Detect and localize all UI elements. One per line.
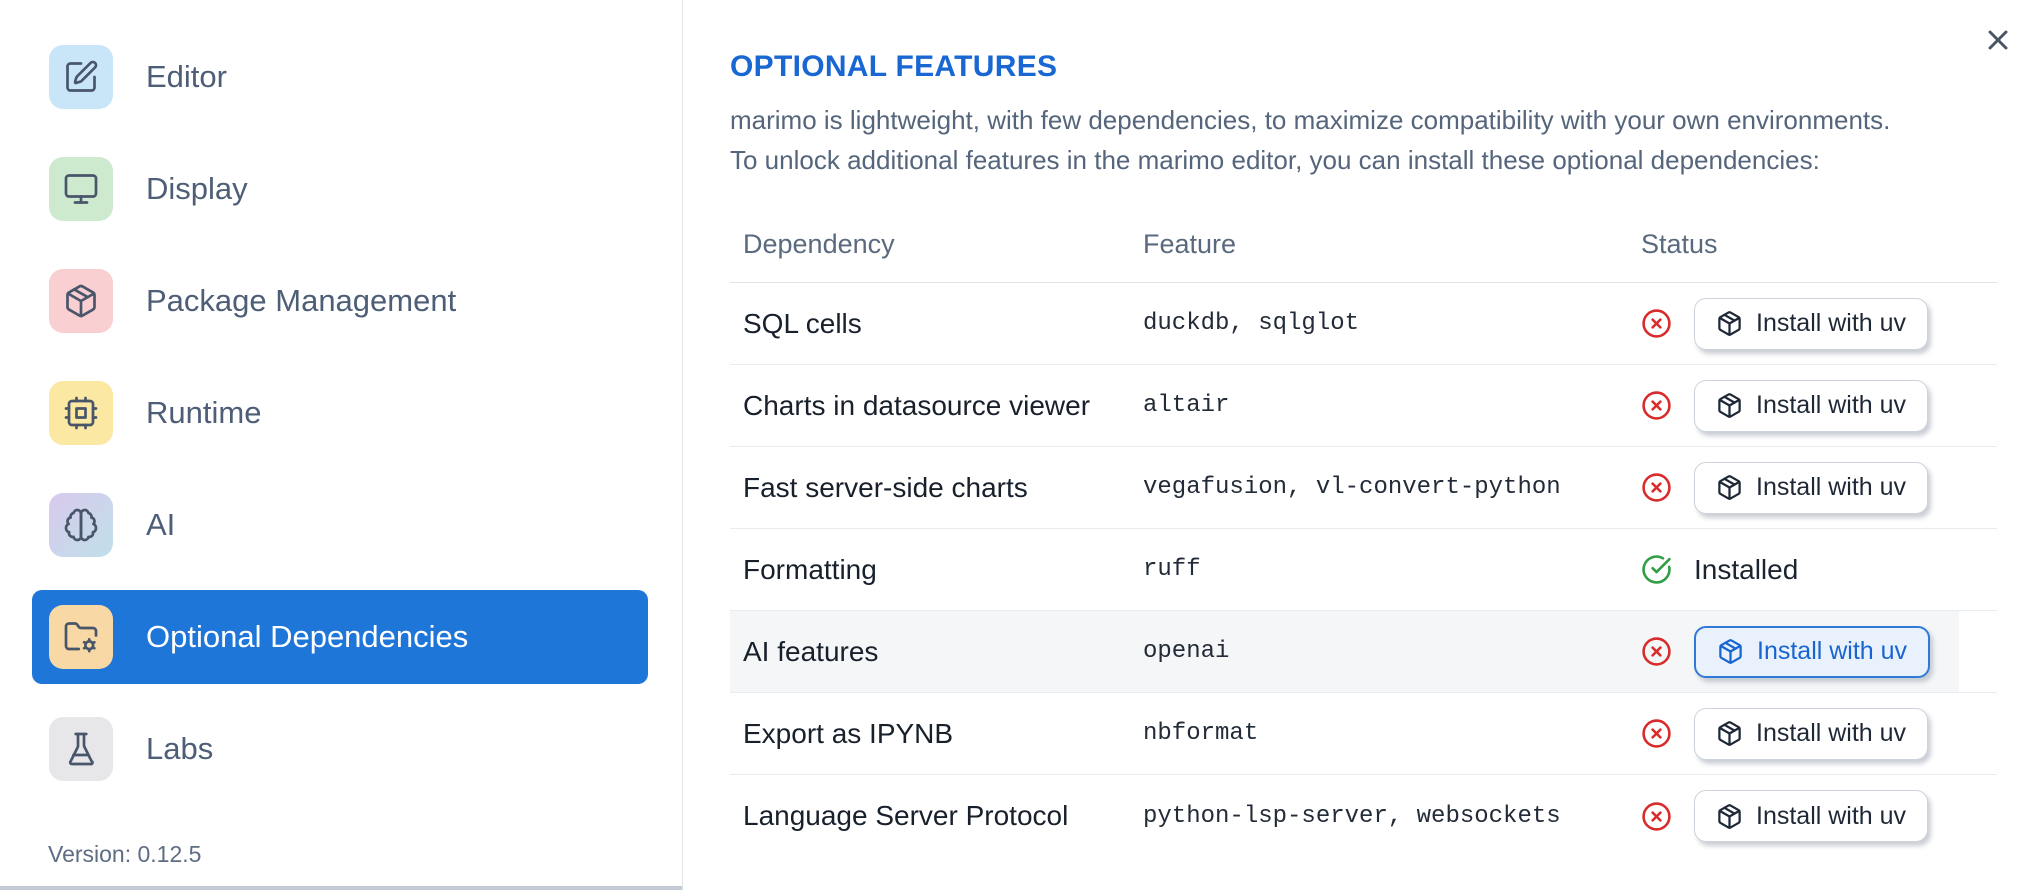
install-button-label: Install with uv: [1756, 391, 1907, 419]
install-button-label: Install with uv: [1756, 473, 1907, 501]
table-header-dependency: Dependency: [743, 228, 895, 259]
status-cell: Install with uv: [1641, 790, 1997, 842]
folder-cog-icon: [49, 605, 113, 669]
sidebar-item-runtime[interactable]: Runtime: [32, 366, 648, 460]
feature-cell: openai: [1143, 638, 1230, 665]
dependency-cell: Language Server Protocol: [743, 800, 1069, 831]
sidebar-item-label: Editor: [146, 59, 227, 94]
install-with-uv-button[interactable]: Install with uv: [1694, 379, 1929, 432]
install-button-label: Install with uv: [1757, 637, 1908, 665]
feature-cell: python-lsp-server, websockets: [1143, 802, 1561, 830]
brain-icon: [49, 493, 113, 557]
close-icon: [1982, 24, 2014, 56]
install-with-uv-button[interactable]: Install with uv: [1694, 625, 1931, 678]
square-pen-icon: [49, 45, 113, 109]
package-icon: [1716, 474, 1743, 501]
table-row: Export as IPYNB nbformat Install with uv: [730, 693, 1997, 775]
package-icon: [49, 269, 113, 333]
sidebar-item-package-management[interactable]: Package Management: [32, 254, 648, 348]
dependency-cell: Charts in datasource viewer: [743, 389, 1091, 421]
sidebar-item-display[interactable]: Display: [32, 142, 648, 236]
table-row: Fast server-side charts vegafusion, vl-c…: [730, 447, 1997, 529]
installed-label: Installed: [1694, 553, 1799, 585]
description-line: To unlock additional features in the mar…: [730, 145, 1820, 175]
dependency-cell: Export as IPYNB: [743, 717, 954, 749]
table-row: SQL cells duckdb, sqlglot Install with u…: [730, 283, 1997, 365]
table-row: Formatting ruff Installed: [730, 529, 1997, 611]
feature-cell: duckdb, sqlglot: [1143, 310, 1360, 337]
install-with-uv-button[interactable]: Install with uv: [1694, 297, 1929, 350]
package-icon: [1716, 720, 1743, 747]
not-installed-x-icon: [1641, 718, 1672, 749]
sidebar-item-labs[interactable]: Labs: [32, 702, 648, 796]
page-title: OPTIONAL FEATURES: [730, 50, 1058, 83]
install-with-uv-button[interactable]: Install with uv: [1694, 707, 1929, 760]
feature-cell: vegafusion, vl-convert-python: [1143, 474, 1561, 501]
not-installed-x-icon: [1641, 636, 1672, 667]
table-row: Charts in datasource viewer altair Insta…: [730, 365, 1997, 447]
table-row: Language Server Protocol python-lsp-serv…: [730, 775, 1997, 857]
status-cell: Install with uv: [1641, 379, 1997, 432]
status-cell: Install with uv: [1641, 707, 1997, 760]
monitor-icon: [49, 157, 113, 221]
package-icon: [1717, 638, 1744, 665]
sidebar-item-optional-dependencies[interactable]: Optional Dependencies: [32, 590, 648, 684]
dependency-cell: Formatting: [743, 553, 877, 585]
close-button[interactable]: [1982, 24, 2014, 56]
sidebar-item-label: Display: [146, 171, 248, 206]
status-cell: Install with uv: [1641, 625, 1997, 678]
not-installed-x-icon: [1641, 801, 1672, 832]
sidebar-item-label: Runtime: [146, 395, 262, 430]
optional-features-panel: OPTIONAL FEATURES marimo is lightweight,…: [683, 0, 2042, 890]
table-header-row: Dependency Feature Status: [730, 206, 1997, 283]
status-cell: Install with uv: [1641, 297, 1997, 350]
settings-sidebar: Editor Display Package Management Runtim…: [0, 0, 683, 890]
dependency-cell: SQL cells: [743, 307, 862, 339]
sidebar-item-editor[interactable]: Editor: [32, 30, 648, 124]
description: marimo is lightweight, with few dependen…: [730, 100, 1997, 180]
install-button-label: Install with uv: [1756, 309, 1907, 337]
status-cell: Install with uv: [1641, 461, 1997, 514]
cpu-icon: [49, 381, 113, 445]
sidebar-item-label: AI: [146, 507, 176, 542]
sidebar-item-label: Labs: [146, 731, 214, 766]
package-icon: [1716, 310, 1743, 337]
install-with-uv-button[interactable]: Install with uv: [1694, 461, 1929, 514]
dependency-cell: Fast server-side charts: [743, 471, 1028, 503]
status-cell: Installed: [1641, 554, 1997, 586]
table-body: SQL cells duckdb, sqlglot Install with u…: [730, 283, 1997, 857]
not-installed-x-icon: [1641, 390, 1672, 421]
version-label: Version: 0.12.5: [48, 841, 202, 867]
package-icon: [1716, 803, 1743, 830]
install-button-label: Install with uv: [1756, 719, 1907, 747]
install-button-label: Install with uv: [1756, 801, 1907, 830]
feature-cell: ruff: [1143, 556, 1201, 583]
package-icon: [1716, 392, 1743, 419]
not-installed-x-icon: [1641, 308, 1672, 339]
table-header-status: Status: [1641, 228, 1718, 259]
dialog-bottom-edge: [0, 886, 682, 890]
table-row: AI features openai Install with uv: [730, 611, 1997, 693]
sidebar-item-ai[interactable]: AI: [32, 478, 648, 572]
not-installed-x-icon: [1641, 472, 1672, 503]
sidebar-item-label: Package Management: [146, 283, 457, 318]
table-header-feature: Feature: [1143, 228, 1237, 259]
installed-check-icon: [1641, 554, 1672, 585]
feature-cell: altair: [1143, 392, 1230, 419]
dependencies-table: Dependency Feature Status SQL cells duck…: [730, 206, 1997, 857]
sidebar-item-label: Optional Dependencies: [146, 619, 469, 654]
feature-cell: nbformat: [1143, 720, 1259, 747]
dependency-cell: AI features: [743, 635, 879, 667]
install-with-uv-button[interactable]: Install with uv: [1694, 790, 1929, 842]
flask-icon: [49, 717, 113, 781]
sidebar-nav: Editor Display Package Management Runtim…: [32, 30, 648, 796]
description-line: marimo is lightweight, with few dependen…: [730, 105, 1891, 135]
